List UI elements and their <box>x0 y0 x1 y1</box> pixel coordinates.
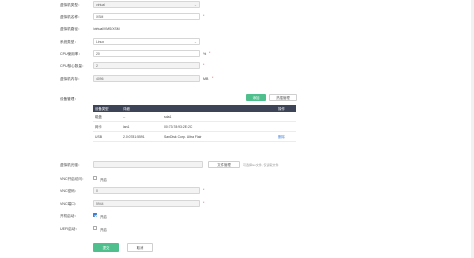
vm-disk-label: 虚拟机光驱： <box>60 163 82 167</box>
device-extra: SanDisk Corp. Ultra Flair <box>162 131 276 142</box>
submit-button[interactable]: 提交 <box>93 243 119 252</box>
cancel-button[interactable]: 取消 <box>127 243 153 252</box>
memory-label: 虚拟机内存： <box>60 77 82 81</box>
required-mark: * <box>203 63 205 67</box>
cpu-cores-label: CPU核心数量： <box>60 64 86 68</box>
vnc-enable-row: VNC开启访问： 开启 <box>0 175 474 184</box>
devices-row: 设备管理： <box>0 95 474 104</box>
memory-input[interactable]: 4096 <box>93 75 200 82</box>
column-header <box>162 105 276 112</box>
uefi-label: UEFI启动： <box>60 227 79 231</box>
os-type-label: 系统类型： <box>60 40 78 44</box>
cpu-usage-label: CPU使用率： <box>60 52 82 56</box>
device-action <box>276 112 296 122</box>
vm-disk-row: 虚拟机光驱： 文件管理 可选择iso文件, 仅读取文件 <box>0 161 474 170</box>
file-manage-button[interactable]: 文件管理 <box>208 161 240 168</box>
cpu-usage-unit: % <box>203 52 207 56</box>
vnc-port-input[interactable]: 5944 <box>93 200 200 207</box>
required-mark: * <box>209 51 211 55</box>
vnc-password-row: VNC密码： 0 * <box>0 187 474 196</box>
required-mark: * <box>212 76 214 80</box>
autostart-option: 开启 <box>100 215 107 219</box>
autostart-checkbox[interactable] <box>93 213 97 217</box>
table-row: USB 2.0:0781:5591 SanDisk Corp. Ultra Fl… <box>93 131 296 142</box>
hotplug-manage-button[interactable]: 热插管理 <box>269 94 297 101</box>
devices-label: 设备管理： <box>60 97 78 101</box>
device-type: 磁盘 <box>93 112 121 122</box>
chevron-down-icon: ⌄ <box>193 3 197 7</box>
vnc-enable-option: 开启 <box>100 178 107 182</box>
vm-path-value: /virtual/VMS/XSM <box>93 27 120 31</box>
os-type-row: 系统类型： Linux ⌄ <box>0 38 474 47</box>
cpu-usage-input[interactable]: 20 <box>93 50 200 57</box>
device-detail: -- <box>121 112 162 122</box>
vm-type-select[interactable]: virtual ⌄ <box>93 1 200 8</box>
vm-type-label: 虚拟机类型： <box>60 3 82 7</box>
os-type-select[interactable]: Linux ⌄ <box>93 38 200 45</box>
vnc-password-input[interactable]: 0 <box>93 187 200 194</box>
device-detail: lan1 <box>121 121 162 132</box>
memory-row: 虚拟机内存： 4096 MB * <box>0 75 474 84</box>
memory-unit: MB <box>203 77 209 81</box>
vm-name-row: 虚拟机名称： XSM * <box>0 13 474 22</box>
required-mark: * <box>203 201 205 205</box>
vm-disk-hint: 可选择iso文件, 仅读取文件 <box>243 163 279 167</box>
device-type: USB <box>93 131 121 142</box>
uefi-row: UEFI启动： 开启 <box>0 225 474 234</box>
vm-type-value: virtual <box>96 3 106 7</box>
autostart-label: 开机启动： <box>60 214 78 218</box>
device-detail: 2.0:0781:5591 <box>121 131 162 142</box>
cpu-cores-input[interactable]: 2 <box>93 62 200 69</box>
chevron-down-icon: ⌄ <box>193 40 197 44</box>
vm-name-label: 虚拟机名称： <box>60 15 82 19</box>
device-type: 网卡 <box>93 121 121 132</box>
device-table: 设备类型 详细 操作 磁盘 -- sda1 网卡 lan1 00:73:78:9… <box>93 105 296 142</box>
autostart-row: 开机启动： 开启 <box>0 212 474 221</box>
vnc-port-label: VNC端口： <box>60 202 79 206</box>
required-mark: * <box>203 14 205 18</box>
vm-path-label: 虚拟机路径： <box>60 27 82 31</box>
delete-device-link[interactable]: 删除 <box>276 131 296 142</box>
vnc-port-row: VNC端口： 5944 * <box>0 200 474 209</box>
uefi-checkbox[interactable] <box>93 226 97 230</box>
device-extra: sda1 <box>162 112 276 122</box>
vm-name-input[interactable]: XSM <box>93 13 200 20</box>
table-row: 网卡 lan1 00:73:78:93:2E:2C <box>93 121 296 132</box>
vnc-password-label: VNC密码： <box>60 189 79 193</box>
vnc-enable-label: VNC开启访问： <box>60 177 86 181</box>
cpu-cores-row: CPU核心数量： 2 * <box>0 62 474 71</box>
column-header: 设备类型 <box>93 105 121 112</box>
cpu-usage-row: CPU使用率： 20 % * <box>0 50 474 59</box>
vnc-enable-checkbox[interactable] <box>93 176 97 180</box>
vm-type-row: 虚拟机类型： virtual ⌄ <box>0 1 474 10</box>
vm-path-row: 虚拟机路径： /virtual/VMS/XSM <box>0 25 474 34</box>
os-type-value: Linux <box>96 40 105 44</box>
table-header: 设备类型 详细 操作 <box>93 105 296 112</box>
table-row: 磁盘 -- sda1 <box>93 112 296 122</box>
vm-disk-input[interactable] <box>93 161 203 168</box>
device-extra: 00:73:78:93:2E:2C <box>162 121 276 132</box>
required-mark: * <box>203 188 205 192</box>
add-device-button[interactable]: 添加 <box>246 94 266 101</box>
column-header: 详细 <box>121 105 162 112</box>
column-header: 操作 <box>276 105 296 112</box>
uefi-option: 开启 <box>100 228 107 232</box>
device-action <box>276 121 296 132</box>
